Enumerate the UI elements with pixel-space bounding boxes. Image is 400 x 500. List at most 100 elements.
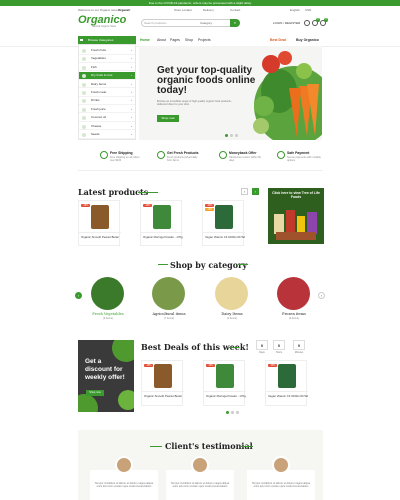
product-name[interactable]: Organic Smooth Peanut Butter: [81, 235, 121, 239]
product-name[interactable]: Vegan Vitamin C3 1000iu 90 Tablets: [205, 235, 245, 239]
category-image[interactable]: [215, 277, 248, 310]
features-divider: [78, 170, 323, 171]
logo-tagline: Natural Organic Store: [92, 25, 117, 28]
sidebar-item[interactable]: Fish ›: [79, 64, 135, 72]
tree-of-life-promo[interactable]: Click here to view Tree of Life Foods: [268, 188, 324, 244]
title-accent-line: [138, 192, 158, 193]
category-name[interactable]: Agricultural items: [144, 312, 194, 316]
category-icon: [82, 74, 86, 79]
category-icon: [82, 82, 86, 87]
chevron-right-icon: ›: [131, 81, 132, 86]
sidebar-item[interactable]: Coconut oil ›: [79, 114, 135, 122]
currency-select[interactable]: USD: [305, 8, 311, 12]
hero-slide-dot-1[interactable]: [225, 134, 228, 137]
avatar: [115, 456, 133, 474]
deals-dot-1[interactable]: [226, 411, 229, 414]
hero-slide-dot-3[interactable]: [235, 134, 238, 137]
category-prev-arrow[interactable]: ‹: [75, 292, 82, 299]
search-category-select[interactable]: Category: [200, 21, 212, 25]
category-icon: [82, 116, 86, 121]
nav-pages[interactable]: Pages: [170, 38, 180, 42]
cart-count-badge: 0: [324, 18, 328, 22]
hero-description: Browse an incredible range of high quali…: [157, 100, 232, 106]
chevron-right-icon: ›: [131, 115, 132, 120]
card-divider: [141, 232, 183, 233]
sidebar-item[interactable]: Dry fruits & nuts ›: [79, 72, 135, 80]
sidebar-item[interactable]: Fresh fruits ›: [79, 47, 135, 55]
weekly-offer-text: Get a discount for weekly offer!: [85, 358, 129, 382]
product-card[interactable]: -15% Organic Smooth Peanut Butter: [78, 200, 121, 246]
product-name[interactable]: Vegan Vitamin C3 1000iu 90 Tablets: [268, 394, 308, 398]
hero-banner: Get your top-quality organic foods onlin…: [139, 46, 322, 140]
browse-categories-button[interactable]: Browse Categories: [78, 36, 136, 44]
sidebar-item[interactable]: Fresh meat ›: [79, 89, 135, 97]
hero-slide-dot-2[interactable]: [230, 134, 233, 137]
product-name[interactable]: Organic Moringa Powder - 170g: [206, 394, 246, 398]
utility-link-store[interactable]: Store Locator: [174, 8, 192, 12]
sidebar-item-label: Dry fruits & nuts: [91, 73, 113, 78]
category-icon: [82, 65, 86, 70]
category-image[interactable]: [91, 277, 124, 310]
product-image[interactable]: [153, 205, 171, 229]
prev-arrow-button[interactable]: ‹: [241, 188, 248, 195]
search-button[interactable]: ⌕: [230, 19, 240, 27]
announcement-text: Due to the COVID-19 pandemic, orders may…: [148, 1, 252, 5]
nav-buy-organico[interactable]: Buy Organico: [296, 38, 319, 42]
category-count: (4 items): [102, 317, 114, 320]
feature-desc: Fresh products picked daily from farms: [167, 156, 198, 162]
product-name[interactable]: Organic Smooth Peanut Butter: [144, 394, 184, 398]
weekly-offer-promo[interactable]: Get a discount for weekly offer! Shop no…: [78, 340, 134, 412]
nav-shop[interactable]: Shop: [185, 38, 193, 42]
category-icon: [82, 99, 86, 104]
sidebar-item[interactable]: Fresh juice ›: [79, 106, 135, 114]
title-accent-right: [241, 446, 253, 447]
nav-home[interactable]: Home: [140, 38, 150, 42]
product-image[interactable]: [278, 364, 296, 388]
promo-line: Get a discount for weekly offer!: [85, 358, 125, 381]
sidebar-item-label: Fresh juice: [91, 106, 106, 111]
product-image[interactable]: [215, 205, 233, 229]
search-input[interactable]: Search products...: [144, 21, 168, 25]
deals-dot-3[interactable]: [236, 411, 239, 414]
user-icon[interactable]: [304, 20, 310, 26]
deals-dot-2[interactable]: [231, 411, 234, 414]
nav-best-deal[interactable]: Best Deal: [270, 38, 286, 42]
avatar: [272, 456, 290, 474]
product-card[interactable]: -15% Organic Moringa Powder - 170g: [140, 200, 183, 246]
sidebar-item[interactable]: Drinks ›: [79, 97, 135, 105]
category-name[interactable]: Fresh Vegetables: [83, 312, 133, 316]
product-image[interactable]: [154, 364, 172, 388]
sidebar-item[interactable]: Dairy Items ›: [79, 81, 135, 89]
category-name[interactable]: Frozen items: [269, 312, 319, 316]
product-card[interactable]: -15% Organic Smooth Peanut Butter: [141, 360, 184, 406]
category-next-arrow[interactable]: ›: [318, 292, 325, 299]
product-image[interactable]: [91, 205, 109, 229]
weekly-offer-button[interactable]: Shop now: [86, 390, 104, 396]
product-image[interactable]: [216, 364, 234, 388]
hero-shop-button[interactable]: Shop now: [157, 115, 179, 122]
product-card[interactable]: -15% Organic Moringa Powder - 170g: [203, 360, 246, 406]
category-name[interactable]: Dairy Items: [207, 312, 257, 316]
product-name[interactable]: Organic Moringa Powder - 170g: [143, 235, 183, 239]
sidebar-item-label: Dairy Items: [91, 81, 107, 86]
sidebar-item[interactable]: Cheese ›: [79, 123, 135, 131]
search-icon: ⌕: [233, 20, 237, 25]
product-card[interactable]: -10% Vegan Vitamin C3 1000iu 90 Tablets: [265, 360, 308, 406]
product-card[interactable]: -10%-13% Vegan Vitamin C3 1000iu 90 Table…: [202, 200, 245, 246]
sidebar-item[interactable]: Seeds ›: [79, 131, 135, 139]
category-sidebar: Fresh fruits › Vegetables › Fish › Dry fruits …: [78, 44, 136, 140]
testimonial-quote: Tempor incididunt ut labore et dolore ma…: [170, 482, 230, 489]
utility-link-contact[interactable]: Contact: [230, 8, 240, 12]
nav-about[interactable]: About: [157, 38, 166, 42]
category-image[interactable]: [152, 277, 185, 310]
login-register-link[interactable]: LOGIN / REGISTER: [273, 21, 300, 25]
welcome-text: Welcome to our Organic store: [78, 8, 118, 12]
category-image[interactable]: [277, 277, 310, 310]
feature-desc: Free shipping on all orders over $100: [110, 156, 140, 162]
nav-projects[interactable]: Projects: [198, 38, 211, 42]
feature-title: Free Shipping: [110, 151, 133, 155]
utility-link-delivery[interactable]: Delivery: [203, 8, 214, 12]
sidebar-item[interactable]: Vegetables ›: [79, 55, 135, 63]
next-arrow-button[interactable]: ›: [252, 188, 259, 195]
language-select[interactable]: English: [290, 8, 300, 12]
